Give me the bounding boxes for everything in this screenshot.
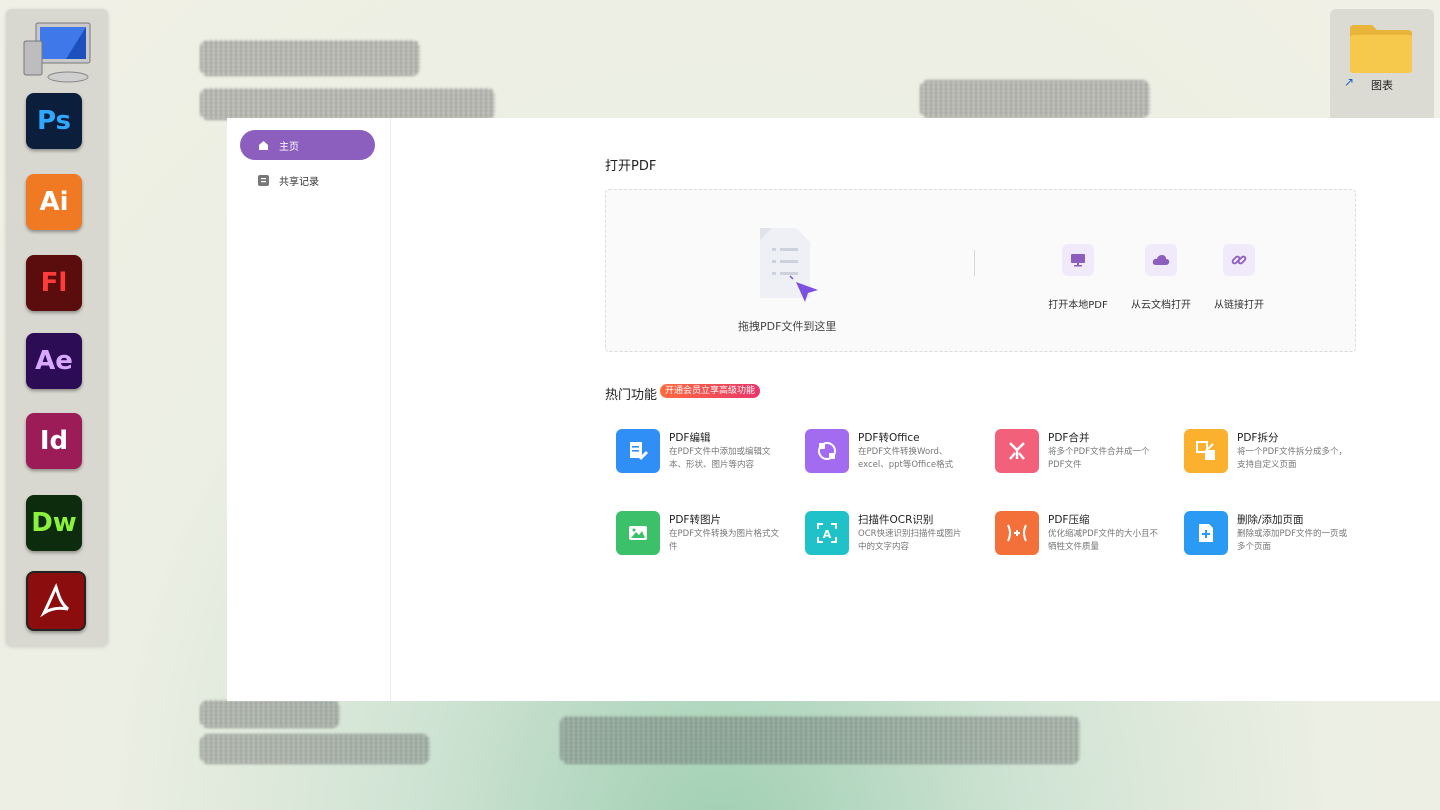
page-add-icon: [1184, 511, 1228, 555]
feature-description: 在PDF文件转换Word、excel、ppt等Office格式: [858, 447, 954, 470]
feature-card[interactable]: PDF拆分将一个PDF文件拆分成多个，支持自定义页面: [1184, 429, 1364, 479]
home-icon: [258, 140, 269, 151]
computer-icon[interactable]: [22, 17, 94, 85]
option-label: 从云文档打开: [1131, 300, 1191, 311]
feature-title: PDF压缩: [1048, 514, 1090, 526]
open-from-cloud-button[interactable]: 从云文档打开: [1121, 244, 1201, 311]
blurred-text: [560, 716, 1080, 764]
blurred-text: [920, 80, 1150, 118]
feature-description: OCR快速识别扫描件或图片中的文字内容: [858, 529, 962, 552]
feature-description: 删除或添加PDF文件的一页或多个页面: [1237, 529, 1348, 552]
link-icon: [1223, 244, 1255, 276]
image-icon: [616, 511, 660, 555]
desktop-folder[interactable]: ↗ 图表: [1330, 9, 1434, 129]
feature-title: PDF拆分: [1237, 432, 1279, 444]
feature-title: PDF编辑: [669, 432, 711, 444]
app-icon-fl[interactable]: Fl: [26, 255, 82, 311]
feature-card[interactable]: PDF转Office 在PDF文件转换Word、excel、ppt等Office格…: [805, 429, 985, 479]
merge-icon: [995, 429, 1039, 473]
ocr-icon: A: [805, 511, 849, 555]
drop-zone[interactable]: 拖拽PDF文件到这里 打开本地PDF 从云文档打开 从链接打开: [605, 189, 1356, 352]
sidebar-item-share-history[interactable]: 共享记录: [240, 165, 375, 195]
feature-card[interactable]: PDF转图片在PDF文件转换为图片格式文件: [616, 511, 796, 561]
feature-title: PDF转Office: [858, 432, 920, 444]
app-icon-dw[interactable]: Dw: [26, 495, 82, 551]
feature-card[interactable]: PDF压缩优化缩减PDF文件的大小且不牺牲文件质量: [995, 511, 1175, 561]
app-icon-ae[interactable]: Ae: [26, 333, 82, 389]
pdf-file-drop-icon: [760, 228, 818, 302]
sidebar-item-home[interactable]: 主页: [240, 130, 375, 160]
option-label: 从链接打开: [1214, 300, 1264, 311]
divider: [974, 250, 975, 276]
compress-icon: [995, 511, 1039, 555]
sidebar: 主页 共享记录: [227, 118, 391, 701]
folder-label: 图表: [1371, 79, 1393, 92]
monitor-icon: [1062, 244, 1094, 276]
feature-description: 在PDF文件中添加或编辑文本、形状、图片等内容: [669, 447, 771, 470]
feature-card[interactable]: PDF编辑在PDF文件中添加或编辑文本、形状、图片等内容: [616, 429, 796, 479]
open-pdf-title: 打开PDF: [605, 159, 657, 174]
sidebar-item-label: 共享记录: [279, 176, 319, 188]
app-dock: Ps Ai Fl Ae Id Dw: [6, 9, 108, 646]
feature-title: PDF合并: [1048, 432, 1090, 444]
feature-title: 删除/添加页面: [1237, 514, 1304, 526]
feature-card[interactable]: 删除/添加页面删除或添加PDF文件的一页或多个页面: [1184, 511, 1364, 561]
app-icon-ps[interactable]: Ps: [26, 93, 82, 149]
hot-features-title: 热门功能: [605, 388, 658, 403]
option-label: 打开本地PDF: [1048, 300, 1108, 311]
convert-icon: [805, 429, 849, 473]
app-icon-ai[interactable]: Ai: [26, 174, 82, 230]
document-icon: [258, 174, 269, 186]
feature-title: PDF转图片: [669, 514, 721, 526]
svg-text:A: A: [823, 528, 832, 541]
blurred-text: [200, 40, 420, 76]
feature-card[interactable]: A 扫描件OCR识别 OCR快速识别扫描件或图片中的文字内容: [805, 511, 985, 561]
pdf-app-window: 主页 共享记录 打开PDF 拖拽PDF文件到这里 打开本地PDF 从云文档打开 …: [227, 118, 1440, 701]
acrobat-icon[interactable]: [26, 571, 86, 631]
blurred-text: [200, 700, 340, 728]
vip-promo-badge[interactable]: 开通会员立享高级功能: [660, 384, 761, 398]
feature-description: 在PDF文件转换为图片格式文件: [669, 529, 780, 552]
app-icon-id[interactable]: Id: [26, 413, 82, 469]
feature-description: 将一个PDF文件拆分成多个，支持自定义页面: [1237, 447, 1348, 470]
main-content: 打开PDF 拖拽PDF文件到这里 打开本地PDF 从云文档打开 从链接打开 热门…: [390, 118, 1440, 701]
open-from-link-button[interactable]: 从链接打开: [1199, 244, 1279, 311]
feature-description: 将多个PDF文件合并成一个PDF文件: [1048, 447, 1150, 470]
open-local-pdf-button[interactable]: 打开本地PDF: [1038, 244, 1118, 311]
feature-card[interactable]: PDF合并将多个PDF文件合并成一个PDF文件: [995, 429, 1175, 479]
split-icon: [1184, 429, 1228, 473]
edit-icon: [616, 429, 660, 473]
blurred-text: [200, 734, 430, 764]
feature-title: 扫描件OCR识别: [858, 514, 934, 526]
sidebar-item-label: 主页: [279, 141, 299, 153]
drop-label: 拖拽PDF文件到这里: [738, 320, 837, 333]
cloud-icon: [1145, 244, 1177, 276]
feature-description: 优化缩减PDF文件的大小且不牺牲文件质量: [1048, 529, 1159, 552]
blurred-text: [200, 88, 495, 120]
folder-icon: [1350, 25, 1412, 73]
